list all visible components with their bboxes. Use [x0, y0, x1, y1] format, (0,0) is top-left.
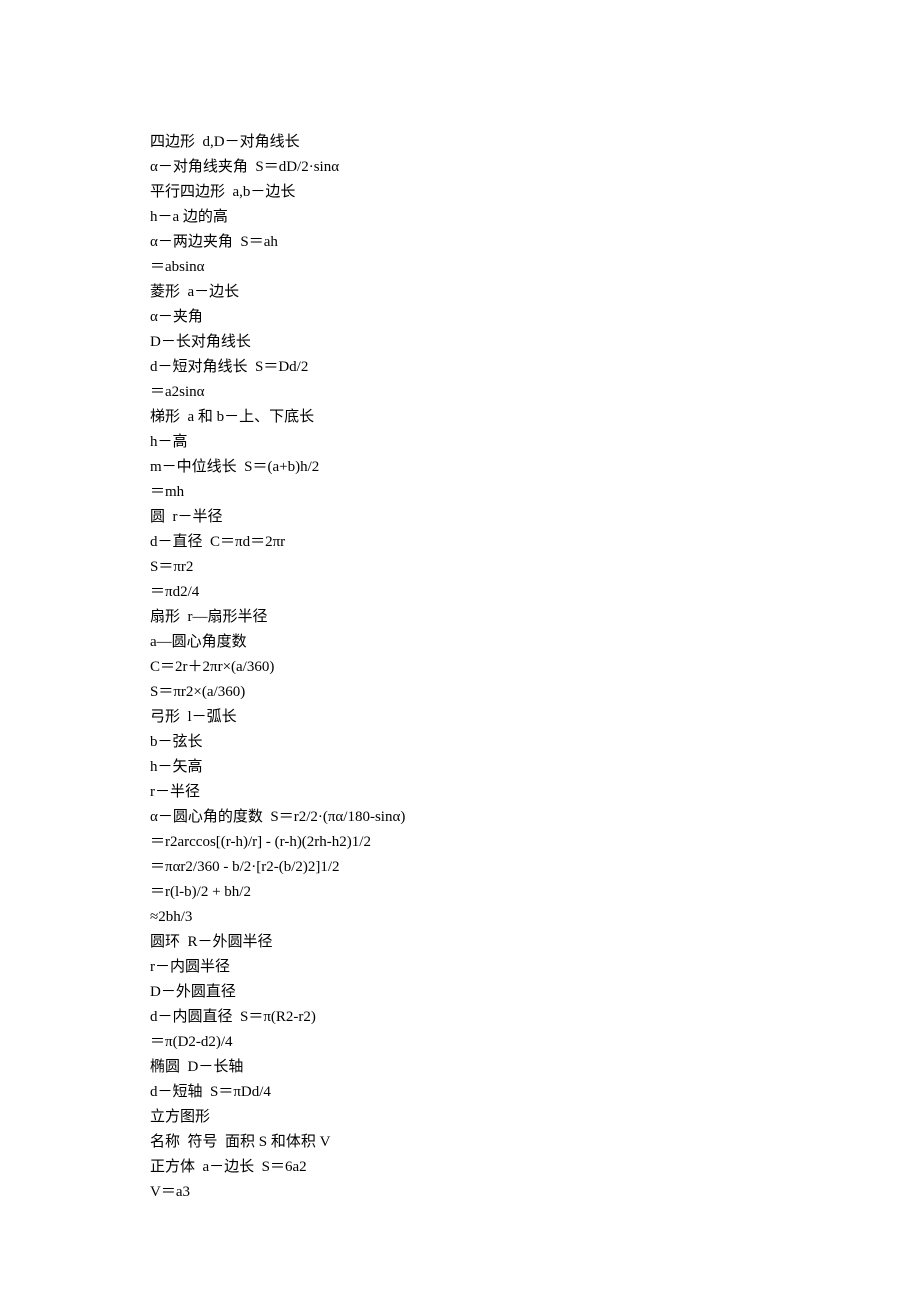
- text-line: h－a 边的高: [150, 205, 920, 230]
- document-page: 四边形 d,D－对角线长α－对角线夹角 S＝dD/2·sinα平行四边形 a,b…: [0, 0, 920, 1205]
- text-line: S＝πr2×(a/360): [150, 680, 920, 705]
- text-line: ＝παr2/360 - b/2·[r2-(b/2)2]1/2: [150, 855, 920, 880]
- text-line: 梯形 a 和 b－上、下底长: [150, 405, 920, 430]
- text-line: h－高: [150, 430, 920, 455]
- text-line: 椭圆 D－长轴: [150, 1055, 920, 1080]
- text-line: α－圆心角的度数 S＝r2/2·(πα/180-sinα): [150, 805, 920, 830]
- text-line: r－半径: [150, 780, 920, 805]
- text-line: ≈2bh/3: [150, 905, 920, 930]
- text-line: ＝absinα: [150, 255, 920, 280]
- text-line: C＝2r＋2πr×(a/360): [150, 655, 920, 680]
- text-line: 圆 r－半径: [150, 505, 920, 530]
- text-line: ＝mh: [150, 480, 920, 505]
- text-line: r－内圆半径: [150, 955, 920, 980]
- text-line: d－内圆直径 S＝π(R2-r2): [150, 1005, 920, 1030]
- text-line: d－短轴 S＝πDd/4: [150, 1080, 920, 1105]
- text-line: ＝r2arccos[(r-h)/r] - (r-h)(2rh-h2)1/2: [150, 830, 920, 855]
- text-line: V＝a3: [150, 1180, 920, 1205]
- text-line: m－中位线长 S＝(a+b)h/2: [150, 455, 920, 480]
- text-line: d－短对角线长 S＝Dd/2: [150, 355, 920, 380]
- text-line: a—圆心角度数: [150, 630, 920, 655]
- text-line: D－外圆直径: [150, 980, 920, 1005]
- text-line: 菱形 a－边长: [150, 280, 920, 305]
- text-line: ＝a2sinα: [150, 380, 920, 405]
- text-line: 平行四边形 a,b－边长: [150, 180, 920, 205]
- text-content: 四边形 d,D－对角线长α－对角线夹角 S＝dD/2·sinα平行四边形 a,b…: [150, 130, 920, 1205]
- text-line: ＝π(D2-d2)/4: [150, 1030, 920, 1055]
- text-line: D－长对角线长: [150, 330, 920, 355]
- text-line: b－弦长: [150, 730, 920, 755]
- text-line: 圆环 R－外圆半径: [150, 930, 920, 955]
- text-line: 名称 符号 面积 S 和体积 V: [150, 1130, 920, 1155]
- text-line: α－夹角: [150, 305, 920, 330]
- text-line: d－直径 C＝πd＝2πr: [150, 530, 920, 555]
- text-line: h－矢高: [150, 755, 920, 780]
- text-line: ＝πd2/4: [150, 580, 920, 605]
- text-line: 四边形 d,D－对角线长: [150, 130, 920, 155]
- text-line: α－两边夹角 S＝ah: [150, 230, 920, 255]
- text-line: 正方体 a－边长 S＝6a2: [150, 1155, 920, 1180]
- text-line: 弓形 l－弧长: [150, 705, 920, 730]
- text-line: 立方图形: [150, 1105, 920, 1130]
- text-line: 扇形 r—扇形半径: [150, 605, 920, 630]
- text-line: S＝πr2: [150, 555, 920, 580]
- text-line: ＝r(l-b)/2 + bh/2: [150, 880, 920, 905]
- text-line: α－对角线夹角 S＝dD/2·sinα: [150, 155, 920, 180]
